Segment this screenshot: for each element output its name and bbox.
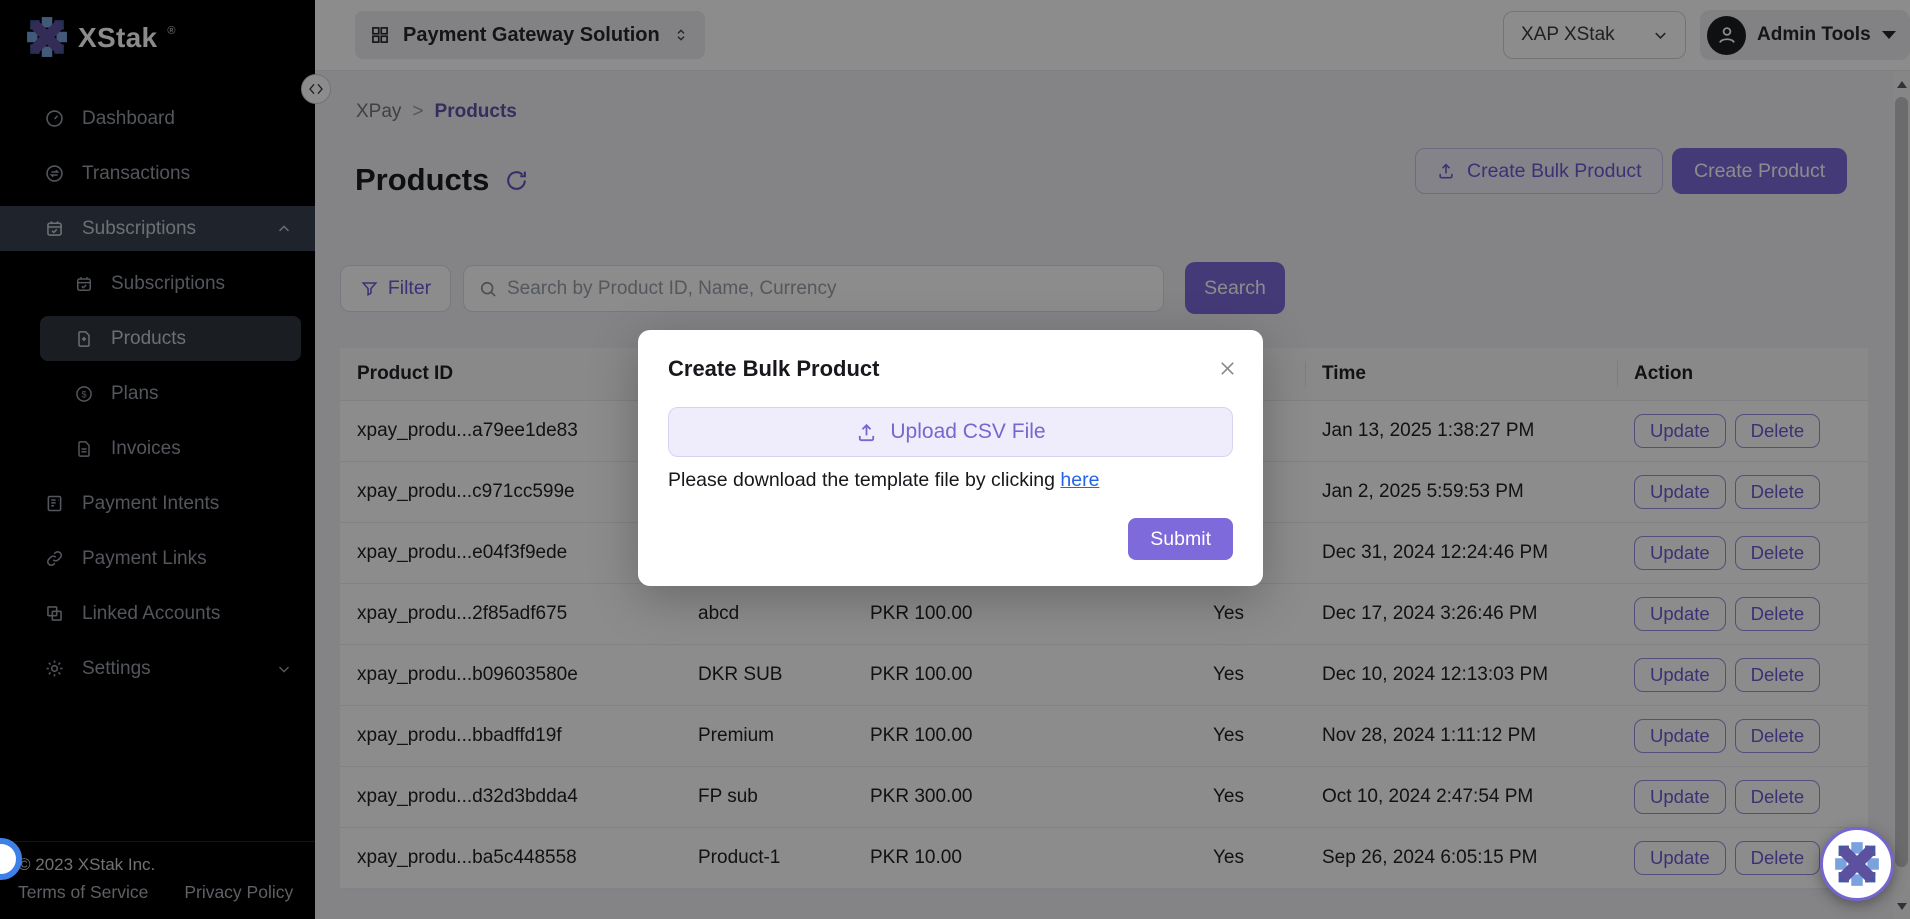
template-download-link[interactable]: here — [1060, 469, 1099, 491]
xstak-floating-button[interactable] — [1820, 827, 1894, 901]
app-window: XStak ® Dashboard Transactions Subscript… — [0, 0, 1910, 919]
modal-title: Create Bulk Product — [668, 356, 1233, 382]
upload-csv-label: Upload CSV File — [890, 420, 1045, 444]
upload-csv-dropzone[interactable]: Upload CSV File — [668, 407, 1233, 457]
create-bulk-product-modal: Create Bulk Product Upload CSV File Plea… — [638, 330, 1263, 586]
helper-text: Please download the template file by cli… — [668, 469, 1055, 491]
close-icon[interactable] — [1217, 358, 1238, 379]
submit-button[interactable]: Submit — [1128, 518, 1233, 560]
xstak-logo-icon — [1834, 841, 1880, 887]
template-helper-text: Please download the template file by cli… — [668, 469, 1233, 492]
upload-icon — [855, 421, 878, 444]
